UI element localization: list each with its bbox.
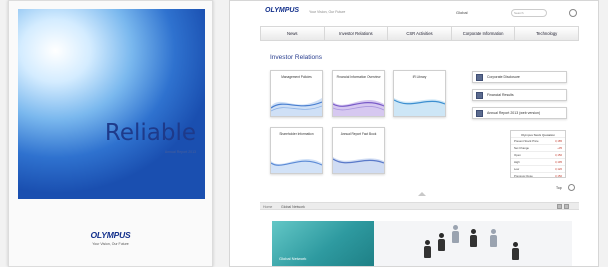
annual-report-cover: Reliable Annual Report 2013 OLYMPUS Your…	[8, 0, 213, 267]
stock-label: Present Stock Price	[514, 139, 539, 143]
cover-tagline: Your Vision, Our Future	[92, 242, 129, 246]
nav-item-news[interactable]: News	[261, 27, 325, 40]
main-nav: News Investor Relations CSR Activities C…	[260, 26, 579, 41]
link-label: Financial Results	[487, 93, 514, 97]
site-header: OLYMPUS Your Vision, Our Future Global S…	[230, 1, 598, 23]
wave-graphic	[394, 98, 445, 116]
back-to-top-link[interactable]: Top	[556, 186, 562, 190]
link-label: Annual Report 2013 (web version)	[487, 111, 541, 115]
investor-relations-page: OLYMPUS Your Vision, Our Future Global S…	[229, 0, 599, 267]
document-icon	[476, 92, 483, 99]
breadcrumb-current: Global Network	[281, 205, 305, 209]
stock-label: Net Change	[514, 146, 529, 150]
arrow-up-icon[interactable]	[568, 184, 575, 191]
wave-graphic	[271, 159, 322, 173]
tile-financial-information-overview[interactable]: Financial Information Overview	[332, 70, 385, 117]
stock-value: 3,195	[555, 160, 562, 164]
wave-graphic	[333, 100, 384, 116]
wave-graphic	[333, 157, 384, 173]
cover-title: Reliable	[104, 120, 196, 146]
stock-label: High	[514, 160, 520, 164]
stock-label: Previous Close	[514, 174, 533, 178]
page-title: Investor Relations	[270, 54, 323, 61]
stock-row: Previous Close 3,150	[511, 172, 565, 179]
person-figure	[452, 225, 459, 243]
document-icon	[476, 74, 483, 81]
nav-item-investor-relations[interactable]: Investor Relations	[325, 27, 389, 40]
search-input[interactable]: Search	[511, 9, 547, 17]
nav-item-csr-activities[interactable]: CSR Activities	[388, 27, 452, 40]
nav-item-corporate-information[interactable]: Corporate Information	[452, 27, 516, 40]
cover-artwork	[18, 9, 205, 199]
link-label: Corporate Disclosure	[487, 75, 520, 79]
stock-value: 3,150	[555, 174, 562, 178]
tile-shareholder-information[interactable]: Shareholder Information	[270, 127, 323, 174]
tile-label: Financial Information Overview	[336, 75, 381, 79]
stock-value: 3,150	[555, 153, 562, 157]
person-figure	[470, 229, 477, 247]
person-figure	[438, 233, 445, 251]
prev-icon[interactable]	[557, 204, 562, 209]
tile-ir-library[interactable]: IR Library	[393, 70, 446, 117]
tile-management-policies[interactable]: Management Policies	[270, 70, 323, 117]
breadcrumb: Home Global Network	[260, 202, 579, 210]
search-icon[interactable]	[569, 9, 577, 17]
link-corporate-disclosure[interactable]: Corporate Disclosure	[472, 71, 567, 83]
banner-teal-panel: Global Network	[272, 221, 374, 266]
banner-text: Global Network	[279, 256, 307, 261]
document-icon	[476, 110, 483, 117]
nav-item-technology[interactable]: Technology	[515, 27, 578, 40]
person-figure	[490, 229, 497, 247]
site-logo[interactable]: OLYMPUS	[265, 7, 299, 14]
breadcrumb-home[interactable]: Home	[263, 205, 272, 209]
stock-value: 3,185	[555, 139, 562, 143]
person-figure	[424, 240, 431, 258]
cover-subtitle: Annual Report 2013	[164, 150, 196, 154]
link-financial-results[interactable]: Financial Results	[472, 89, 567, 101]
stock-row: Open 3,150	[511, 151, 565, 158]
stock-row: Low 3,120	[511, 165, 565, 172]
chevron-up-icon[interactable]	[418, 192, 426, 196]
tile-label: IR Library	[412, 75, 427, 79]
tile-label: Shareholder Information	[279, 132, 314, 136]
cover-logo: OLYMPUS	[90, 230, 131, 240]
stock-row: Present Stock Price 3,185	[511, 137, 565, 144]
stock-value: 3,120	[555, 167, 562, 171]
stock-value: +35	[557, 146, 562, 150]
tile-annual-report-fact-book[interactable]: Annual Report Fact Book	[332, 127, 385, 174]
stock-quotation-box: Olympus Stock Quotation Present Stock Pr…	[510, 130, 566, 178]
stock-label: Low	[514, 167, 520, 171]
stock-row: High 3,195	[511, 158, 565, 165]
stock-label: Open	[514, 153, 521, 157]
link-annual-report-web[interactable]: Annual Report 2013 (web version)	[472, 107, 567, 119]
site-tagline: Your Vision, Our Future	[309, 10, 346, 14]
stock-row: Net Change +35	[511, 144, 565, 151]
language-selector[interactable]: Global	[456, 10, 468, 15]
tile-label: Annual Report Fact Book	[340, 132, 377, 136]
person-figure	[512, 242, 519, 260]
wave-graphic	[271, 98, 322, 116]
next-icon[interactable]	[564, 204, 569, 209]
global-network-banner[interactable]: Global Network	[272, 221, 572, 266]
tile-label: Management Policies	[281, 75, 312, 79]
